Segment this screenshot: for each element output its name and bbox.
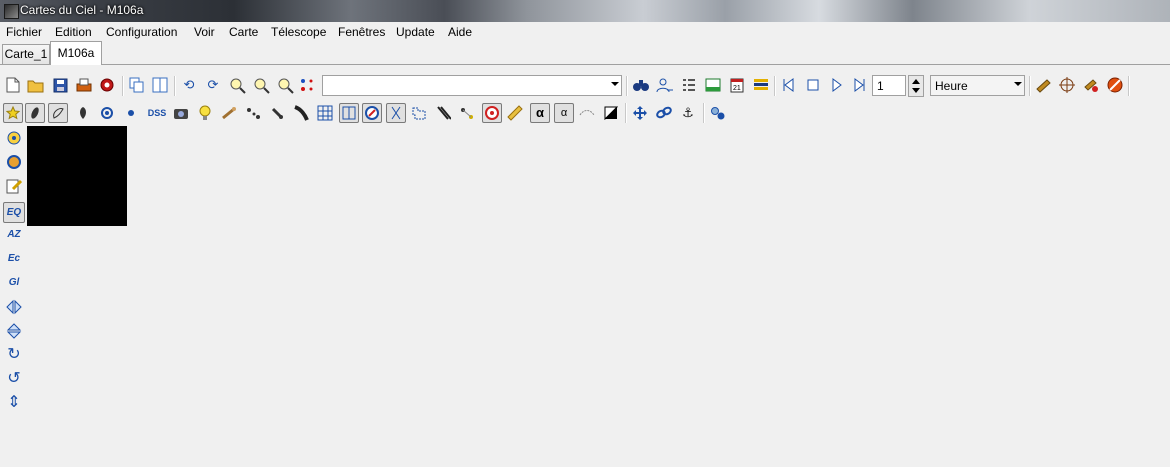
eq-projection-button[interactable]: EQ <box>3 202 25 223</box>
stripes-icon[interactable] <box>752 76 770 94</box>
stars-toggle-icon[interactable] <box>3 103 23 123</box>
chevron-down-icon[interactable] <box>1014 82 1022 86</box>
image-gallery-icon[interactable] <box>172 104 190 122</box>
zoom-out-icon[interactable] <box>252 76 270 94</box>
window-view-icon[interactable] <box>704 76 722 94</box>
crosshair-icon[interactable] <box>1058 76 1076 94</box>
edit-icon[interactable] <box>5 177 23 195</box>
star-dot-icon[interactable] <box>122 104 140 122</box>
observer-location-icon[interactable] <box>5 129 23 147</box>
svg-text:21: 21 <box>733 85 741 92</box>
grid-icon[interactable] <box>316 104 334 122</box>
title-bar: Cartes du Ciel - M106a <box>0 0 1170 22</box>
search-combo[interactable] <box>322 75 622 96</box>
night-vision-icon[interactable] <box>602 104 620 122</box>
menu-telescope[interactable]: Télescope <box>271 25 326 39</box>
menu-fenetres[interactable]: Fenêtres <box>338 25 385 39</box>
save-icon[interactable] <box>51 76 69 94</box>
print-icon[interactable] <box>75 76 93 94</box>
calendar-icon[interactable]: 21 <box>728 76 746 94</box>
dark-nebula-icon[interactable] <box>74 104 92 122</box>
observer-icon[interactable] <box>656 76 674 94</box>
left-toolbar: EQ AZ Ec Gl ↻ ↺ ⇕ <box>0 126 26 426</box>
outline-toggle-icon[interactable] <box>48 103 68 123</box>
spin-down-icon[interactable] <box>912 88 920 93</box>
az-projection-button[interactable]: AZ <box>5 226 23 244</box>
compass-icon[interactable] <box>362 103 382 123</box>
telescope-abort-icon[interactable] <box>1106 76 1124 94</box>
telescope-sync-icon[interactable] <box>1082 76 1100 94</box>
planets-icon[interactable] <box>709 104 727 122</box>
telescope-icon[interactable] <box>1034 76 1052 94</box>
copy-window-icon[interactable] <box>128 76 146 94</box>
horizon-icon[interactable] <box>578 104 596 122</box>
zoom-in-icon[interactable] <box>228 76 246 94</box>
constellation-figure-icon[interactable] <box>386 103 406 123</box>
tab-divider <box>0 64 1170 65</box>
galactic-projection-button[interactable]: Gl <box>5 274 23 292</box>
alpha-label-button[interactable]: α <box>530 103 550 123</box>
undo-icon[interactable]: ⟲ <box>180 76 198 94</box>
step-forward-icon[interactable] <box>850 76 868 94</box>
chevron-down-icon[interactable] <box>611 82 619 86</box>
menu-voir[interactable]: Voir <box>194 25 215 39</box>
list-icon[interactable] <box>680 76 698 94</box>
tab-carte-1[interactable]: Carte_1 <box>2 44 50 64</box>
tab-m106a[interactable]: M106a <box>50 41 102 65</box>
alpha-cursor-button[interactable]: α <box>554 103 574 123</box>
dss-button[interactable]: DSS <box>145 104 169 122</box>
stop-icon[interactable] <box>804 76 822 94</box>
step-value-input[interactable]: 1 <box>872 75 906 96</box>
ruler-icon[interactable] <box>506 104 524 122</box>
menu-bar: Fichier Edition Configuration Voir Carte… <box>0 22 1170 42</box>
lightbulb-icon[interactable] <box>196 104 214 122</box>
rotate-counterclockwise-icon[interactable]: ↺ <box>5 370 23 388</box>
menu-fichier[interactable]: Fichier <box>6 25 42 39</box>
move-arrows-icon[interactable] <box>631 104 649 122</box>
play-icon[interactable] <box>828 76 846 94</box>
chart-tabs: Carte_1 M106a <box>0 41 1170 65</box>
constellation-boundary-icon[interactable] <box>410 104 428 122</box>
vertical-resize-icon[interactable]: ⇕ <box>5 394 23 412</box>
comet-icon[interactable] <box>220 104 238 122</box>
ecliptic-projection-button[interactable]: Ec <box>5 250 23 268</box>
zoom-search-icon[interactable] <box>276 76 294 94</box>
time-unit-select[interactable]: Heure <box>930 75 1025 96</box>
redo-icon[interactable]: ⟳ <box>204 76 222 94</box>
galaxy-icon[interactable] <box>98 104 116 122</box>
menu-carte[interactable]: Carte <box>229 25 258 39</box>
spin-up-icon[interactable] <box>912 79 920 84</box>
object-markers-icon[interactable] <box>298 76 316 94</box>
target-icon[interactable] <box>482 103 502 123</box>
satellite-icon[interactable] <box>268 104 286 122</box>
menu-edition[interactable]: Edition <box>55 25 92 39</box>
link-icon[interactable] <box>655 104 673 122</box>
window-title: Cartes du Ciel - M106a <box>20 3 144 17</box>
split-window-icon[interactable] <box>151 76 169 94</box>
eq-grid-icon[interactable] <box>339 103 359 123</box>
rotate-clockwise-icon[interactable]: ↻ <box>5 346 23 364</box>
gear-settings-icon[interactable] <box>98 76 116 94</box>
nebulae-toggle-icon[interactable] <box>25 103 45 123</box>
open-folder-icon[interactable] <box>26 76 44 94</box>
sky-chart-view[interactable] <box>27 126 127 226</box>
globe-icon[interactable] <box>5 153 23 171</box>
app-icon <box>4 4 19 19</box>
step-back-icon[interactable] <box>780 76 798 94</box>
milky-way-icon[interactable] <box>292 104 310 122</box>
binoculars-icon[interactable] <box>632 76 650 94</box>
menu-configuration[interactable]: Configuration <box>106 25 177 39</box>
galactic-icon[interactable] <box>458 104 476 122</box>
flip-horizontal-icon[interactable] <box>5 298 23 316</box>
new-chart-icon[interactable] <box>4 76 22 94</box>
ecliptic-icon[interactable] <box>434 104 452 122</box>
step-spinner[interactable] <box>908 75 924 97</box>
main-toolbar: ⟲ ⟳ 21 1 Heure <box>0 74 1170 98</box>
anchor-icon[interactable]: ⚓ <box>679 104 697 122</box>
display-toolbar: DSS α α ⚓ <box>0 102 1170 124</box>
menu-aide[interactable]: Aide <box>448 25 472 39</box>
menu-update[interactable]: Update <box>396 25 435 39</box>
flip-vertical-icon[interactable] <box>5 322 23 340</box>
asteroid-icon[interactable] <box>244 104 262 122</box>
